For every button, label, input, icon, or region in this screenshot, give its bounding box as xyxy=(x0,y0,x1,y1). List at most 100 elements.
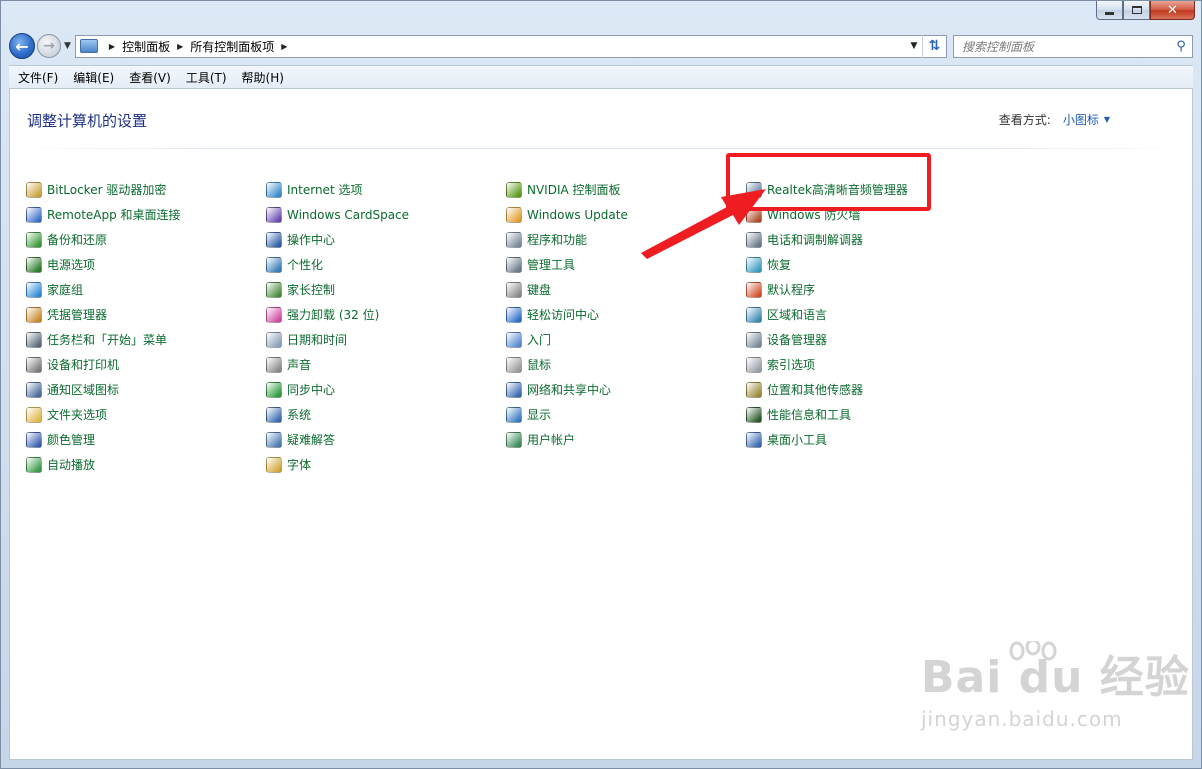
control-panel-item[interactable]: 凭据管理器 xyxy=(26,302,256,327)
forward-button[interactable]: → xyxy=(37,34,61,58)
control-panel-item-label: 管理工具 xyxy=(527,258,576,272)
control-panel-item[interactable]: 用户帐户 xyxy=(506,427,736,452)
control-panel-item[interactable]: 个性化 xyxy=(266,252,496,277)
menu-file[interactable]: 文件(F) xyxy=(9,69,64,86)
programs-icon xyxy=(506,231,522,248)
control-panel-item[interactable]: 备份和还原 xyxy=(26,227,256,252)
maximize-button[interactable] xyxy=(1123,1,1150,20)
breadcrumb-control-panel[interactable]: 控制面板 xyxy=(122,38,170,55)
credential-icon xyxy=(26,306,42,323)
control-panel-item[interactable]: 家庭组 xyxy=(26,277,256,302)
autoplay-icon xyxy=(26,456,42,473)
search-icon[interactable]: ⚲ xyxy=(1170,39,1192,54)
control-panel-item[interactable]: 恢复 xyxy=(746,252,976,277)
close-button[interactable]: ✕ xyxy=(1150,1,1195,20)
control-panel-item[interactable]: 任务栏和「开始」菜单 xyxy=(26,327,256,352)
control-panel-item[interactable]: 默认程序 xyxy=(746,277,976,302)
bitlocker-icon xyxy=(26,181,42,198)
control-panel-item[interactable]: 疑难解答 xyxy=(266,427,496,452)
control-panel-item-label: 字体 xyxy=(287,458,312,472)
control-panel-item[interactable]: 家长控制 xyxy=(266,277,496,302)
control-panel-item[interactable]: 索引选项 xyxy=(746,352,976,377)
address-bar[interactable]: ▶ 控制面板 ▶ 所有控制面板项 ▶ ▼ ⇅ xyxy=(74,34,947,58)
getting-started-icon xyxy=(506,331,522,348)
menu-bar: 文件(F) 编辑(E) 查看(V) 工具(T) 帮助(H) xyxy=(9,65,1193,89)
divider xyxy=(10,148,1192,149)
menu-view[interactable]: 查看(V) xyxy=(120,69,177,86)
control-panel-item[interactable]: 设备管理器 xyxy=(746,327,976,352)
menu-help[interactable]: 帮助(H) xyxy=(233,69,290,86)
control-panel-item[interactable]: 自动播放 xyxy=(26,452,256,477)
control-panel-item-label: 系统 xyxy=(287,408,312,422)
control-panel-item[interactable]: 显示 xyxy=(506,402,736,427)
address-dropdown-icon[interactable]: ▼ xyxy=(906,41,922,51)
view-mode-selector[interactable]: 小图标 xyxy=(1063,111,1099,128)
view-mode: 查看方式: 小图标 ▼ xyxy=(999,111,1110,128)
control-panel-item[interactable]: 声音 xyxy=(266,352,496,377)
control-panel-item[interactable]: 同步中心 xyxy=(266,377,496,402)
breadcrumb-separator-icon[interactable]: ▶ xyxy=(109,42,115,51)
recent-pages-dropdown[interactable]: ▼ xyxy=(64,41,71,51)
control-panel-item-label: NVIDIA 控制面板 xyxy=(527,183,621,197)
back-arrow-icon: ← xyxy=(15,36,29,56)
control-panel-item-label: 设备管理器 xyxy=(767,333,828,347)
control-panel-item-label: 性能信息和工具 xyxy=(767,408,852,422)
control-panel-item[interactable]: RemoteApp 和桌面连接 xyxy=(26,202,256,227)
control-panel-window: ✕ ← → ▼ ▶ 控制面板 ▶ 所有控制面板项 ▶ ▼ ⇅ 搜索控制面板 ⚲ … xyxy=(0,0,1202,769)
refresh-button[interactable]: ⇅ xyxy=(922,34,946,58)
control-panel-item[interactable]: 日期和时间 xyxy=(266,327,496,352)
control-panel-item[interactable]: 区域和语言 xyxy=(746,302,976,327)
control-panel-item-label: 通知区域图标 xyxy=(47,383,120,397)
maximize-icon xyxy=(1131,6,1142,14)
control-panel-item[interactable]: 设备和打印机 xyxy=(26,352,256,377)
keyboard-icon xyxy=(506,281,522,298)
menu-tools[interactable]: 工具(T) xyxy=(177,69,233,86)
system-icon xyxy=(266,406,282,423)
control-panel-item[interactable]: 鼠标 xyxy=(506,352,736,377)
control-panel-item[interactable]: 位置和其他传感器 xyxy=(746,377,976,402)
control-panel-item[interactable]: 性能信息和工具 xyxy=(746,402,976,427)
menu-edit[interactable]: 编辑(E) xyxy=(64,69,120,86)
forward-arrow-icon: → xyxy=(43,38,55,54)
breadcrumb-all-items[interactable]: 所有控制面板项 xyxy=(190,38,274,55)
search-input[interactable]: 搜索控制面板 ⚲ xyxy=(953,34,1193,58)
breadcrumb-separator-icon[interactable]: ▶ xyxy=(281,42,287,51)
chevron-down-icon[interactable]: ▼ xyxy=(1104,115,1110,124)
control-panel-item-label: 网络和共享中心 xyxy=(527,383,612,397)
control-panel-item-label: 索引选项 xyxy=(767,358,816,372)
control-panel-item[interactable]: 系统 xyxy=(266,402,496,427)
control-panel-item[interactable]: 文件夹选项 xyxy=(26,402,256,427)
control-panel-item[interactable]: 电源选项 xyxy=(26,252,256,277)
control-panel-item[interactable]: 操作中心 xyxy=(266,227,496,252)
control-panel-item[interactable]: 电话和调制解调器 xyxy=(746,227,976,252)
minimize-button[interactable] xyxy=(1096,1,1123,20)
control-panel-item-label: 个性化 xyxy=(287,258,324,272)
control-panel-item[interactable]: Windows CardSpace xyxy=(266,202,496,227)
watermark-sub: jingyan.baidu.com xyxy=(921,707,1123,731)
folder-icon xyxy=(26,406,42,423)
control-panel-item[interactable]: 字体 xyxy=(266,452,496,477)
taskbar-icon xyxy=(26,331,42,348)
control-panel-item[interactable]: 轻松访问中心 xyxy=(506,302,736,327)
control-panel-item[interactable]: 强力卸载 (32 位) xyxy=(266,302,496,327)
control-panel-item-label: 用户帐户 xyxy=(527,433,576,447)
uninstall-icon xyxy=(266,306,282,323)
control-panel-item-label: 电源选项 xyxy=(47,258,96,272)
control-panel-item[interactable]: 入门 xyxy=(506,327,736,352)
control-panel-item[interactable]: 通知区域图标 xyxy=(26,377,256,402)
breadcrumb-separator-icon[interactable]: ▶ xyxy=(177,42,183,51)
internet-icon xyxy=(266,181,282,198)
control-panel-item[interactable]: 网络和共享中心 xyxy=(506,377,736,402)
page-title: 调整计算机的设置 xyxy=(27,112,148,130)
control-panel-item[interactable]: 键盘 xyxy=(506,277,736,302)
control-panel-item[interactable]: 颜色管理 xyxy=(26,427,256,452)
control-panel-item[interactable]: 桌面小工具 xyxy=(746,427,976,452)
control-panel-icon xyxy=(79,39,98,53)
control-panel-item[interactable]: Internet 选项 xyxy=(266,177,496,202)
control-panel-item[interactable]: BitLocker 驱动器加密 xyxy=(26,177,256,202)
back-button[interactable]: ← xyxy=(9,33,35,59)
control-panel-item-label: 凭据管理器 xyxy=(47,308,108,322)
clock-icon xyxy=(266,331,282,348)
control-panel-item-label: Internet 选项 xyxy=(287,183,363,197)
control-panel-item-label: 鼠标 xyxy=(527,358,552,372)
